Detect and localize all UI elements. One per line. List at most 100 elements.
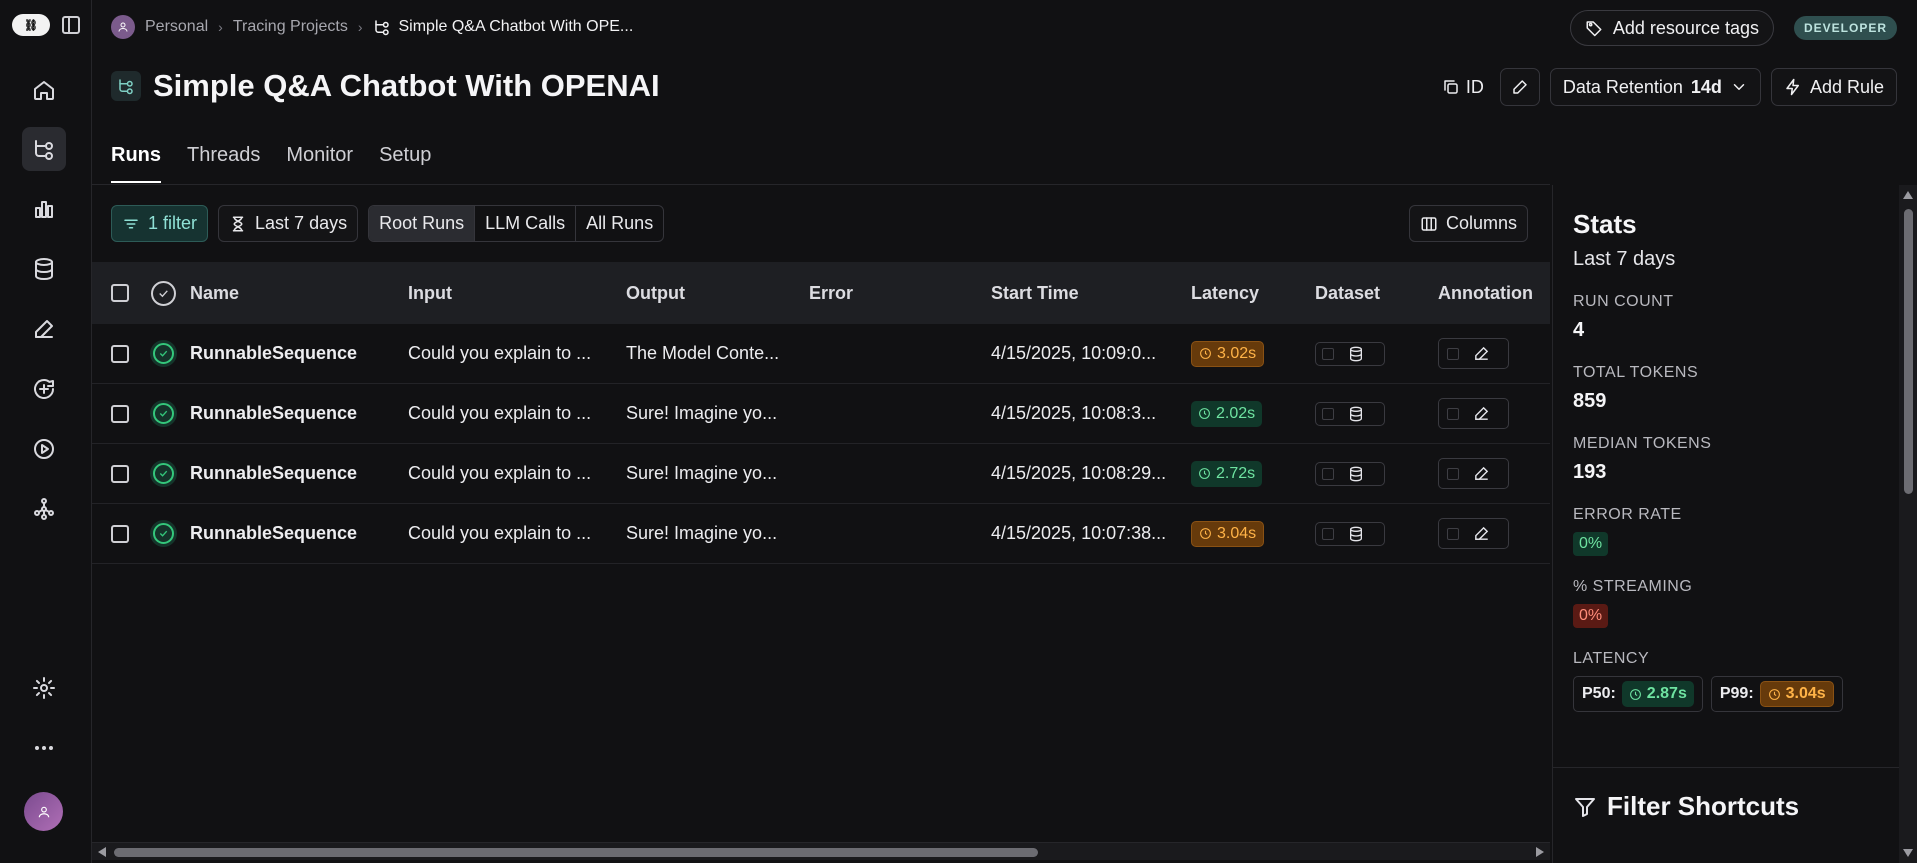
status-cell — [137, 400, 190, 427]
columns-button[interactable]: Columns — [1409, 205, 1529, 242]
row-checkbox[interactable] — [111, 524, 129, 543]
run-start-time: 4/15/2025, 10:08:29... — [991, 463, 1167, 483]
horizontal-scroll-thumb[interactable] — [114, 848, 1038, 857]
empty-slot — [1447, 527, 1459, 540]
scroll-down-arrow-icon[interactable] — [1903, 849, 1913, 857]
row-checkbox[interactable] — [111, 464, 129, 483]
copy-id-button[interactable]: ID — [1436, 77, 1490, 98]
breadcrumb: Personal › Tracing Projects › Simple Q&A… — [111, 14, 633, 40]
add-to-dataset-button[interactable] — [1315, 341, 1385, 366]
runs-table: Name Input Output Error Start Time Laten… — [92, 262, 1550, 564]
table-row[interactable]: RunnableSequence Could you explain to ..… — [92, 384, 1550, 444]
column-header-output[interactable]: Output — [626, 283, 809, 304]
tracing-projects-icon[interactable] — [22, 127, 66, 171]
table-row[interactable]: RunnableSequence Could you explain to ..… — [92, 444, 1550, 504]
column-header-name[interactable]: Name — [190, 283, 408, 304]
add-rule-button[interactable]: Add Rule — [1770, 68, 1897, 106]
stats-divider — [1553, 767, 1900, 768]
annotate-button[interactable] — [1438, 518, 1509, 549]
tab-bar: Runs Threads Monitor Setup — [111, 144, 457, 183]
hub-icon[interactable] — [22, 487, 66, 531]
latency-value: 3.02s — [1217, 344, 1257, 362]
playground-chat-icon[interactable] — [22, 367, 66, 411]
datasets-icon[interactable] — [22, 247, 66, 291]
run-output: Sure! Imagine yo... — [626, 523, 778, 543]
filter-lines-icon — [122, 215, 140, 233]
row-checkbox[interactable] — [111, 344, 129, 363]
breadcrumb-workspace[interactable]: Personal — [145, 18, 208, 36]
run-input: Could you explain to ... — [408, 343, 592, 363]
column-header-latency[interactable]: Latency — [1191, 283, 1315, 304]
select-all-checkbox[interactable] — [111, 284, 129, 302]
breadcrumb-tracing-projects[interactable]: Tracing Projects — [233, 18, 348, 36]
p99-badge: 3.04s — [1759, 681, 1834, 707]
status-cell — [137, 520, 190, 547]
table-row[interactable]: RunnableSequence Could you explain to ..… — [92, 324, 1550, 384]
add-to-dataset-button[interactable] — [1315, 401, 1385, 426]
data-retention-dropdown[interactable]: Data Retention 14d — [1549, 68, 1761, 106]
segment-llm-calls[interactable]: LLM Calls — [475, 206, 577, 241]
home-icon[interactable] — [22, 68, 66, 112]
add-to-dataset-button[interactable] — [1315, 521, 1385, 546]
annotate-button[interactable] — [1438, 398, 1509, 429]
segment-all-runs[interactable]: All Runs — [576, 206, 663, 241]
sidebar-toggle-icon[interactable] — [62, 16, 80, 34]
vertical-scrollbar[interactable] — [1899, 185, 1917, 863]
annotate-button[interactable] — [1438, 338, 1509, 369]
latency-badge: 3.04s — [1191, 520, 1265, 547]
column-header-dataset[interactable]: Dataset — [1315, 283, 1438, 304]
header-actions: ID Data Retention 14d Add Rule — [1436, 68, 1897, 106]
langsmith-logo[interactable]: ⛓ — [12, 14, 50, 36]
columns-icon — [1420, 215, 1438, 233]
latency-label: LATENCY — [1573, 650, 1650, 667]
table-row[interactable]: RunnableSequence Could you explain to ..… — [92, 504, 1550, 564]
streaming-value: 0% — [1573, 604, 1609, 628]
annotation-pen-icon[interactable] — [22, 307, 66, 351]
scroll-left-arrow-icon[interactable] — [98, 847, 106, 857]
tab-setup[interactable]: Setup — [379, 144, 431, 183]
total-tokens-value: 859 — [1573, 390, 1607, 412]
latency-badge: 2.02s — [1191, 400, 1263, 427]
stats-title: Stats — [1573, 209, 1637, 239]
segment-root-runs[interactable]: Root Runs — [369, 206, 476, 241]
tab-threads[interactable]: Threads — [187, 144, 260, 183]
dataset-cell — [1315, 341, 1438, 366]
funnel-icon — [1575, 797, 1595, 817]
filter-button[interactable]: 1 filter — [111, 205, 209, 242]
page-title: Simple Q&A Chatbot With OPENAI — [153, 68, 660, 103]
monitor-chart-icon[interactable] — [22, 187, 66, 231]
filter-bar: 1 filter Last 7 days Root Runs LLM Calls… — [111, 205, 665, 242]
run-count-value: 4 — [1573, 319, 1585, 341]
tab-runs[interactable]: Runs — [111, 144, 161, 183]
total-tokens-label: TOTAL TOKENS — [1573, 364, 1699, 381]
column-header-annotation[interactable]: Annotation — [1438, 283, 1548, 304]
stats-range: Last 7 days — [1573, 248, 1676, 270]
tab-monitor[interactable]: Monitor — [286, 144, 353, 183]
scroll-up-arrow-icon[interactable] — [1903, 191, 1913, 199]
p99-label: P99: — [1719, 685, 1754, 702]
median-tokens-label: MEDIAN TOKENS — [1573, 435, 1712, 452]
time-range-button[interactable]: Last 7 days — [218, 205, 359, 242]
add-to-dataset-button[interactable] — [1315, 461, 1385, 486]
scroll-right-arrow-icon[interactable] — [1536, 847, 1544, 857]
p50-badge: 2.87s — [1621, 681, 1694, 707]
add-resource-tags-button[interactable]: Add resource tags — [1569, 10, 1774, 46]
settings-gear-icon[interactable] — [22, 666, 66, 710]
column-header-error[interactable]: Error — [809, 283, 991, 304]
horizontal-scrollbar[interactable] — [92, 842, 1550, 860]
filter-shortcuts-header[interactable]: Filter Shortcuts — [1573, 791, 1799, 822]
more-ellipsis-icon[interactable] — [22, 726, 66, 770]
column-header-input[interactable]: Input — [408, 283, 626, 304]
dataset-cell — [1315, 461, 1438, 486]
run-input: Could you explain to ... — [408, 463, 592, 483]
title-row: Simple Q&A Chatbot With OPENAI — [111, 68, 660, 104]
status-cell — [137, 460, 190, 487]
user-avatar[interactable] — [24, 792, 63, 831]
run-start-time: 4/15/2025, 10:08:3... — [991, 403, 1157, 423]
edit-project-button[interactable] — [1499, 68, 1540, 106]
vertical-scroll-thumb[interactable] — [1904, 209, 1913, 494]
column-header-start-time[interactable]: Start Time — [991, 283, 1191, 304]
deployments-play-icon[interactable] — [22, 427, 66, 471]
annotate-button[interactable] — [1438, 458, 1509, 489]
row-checkbox[interactable] — [111, 404, 129, 423]
